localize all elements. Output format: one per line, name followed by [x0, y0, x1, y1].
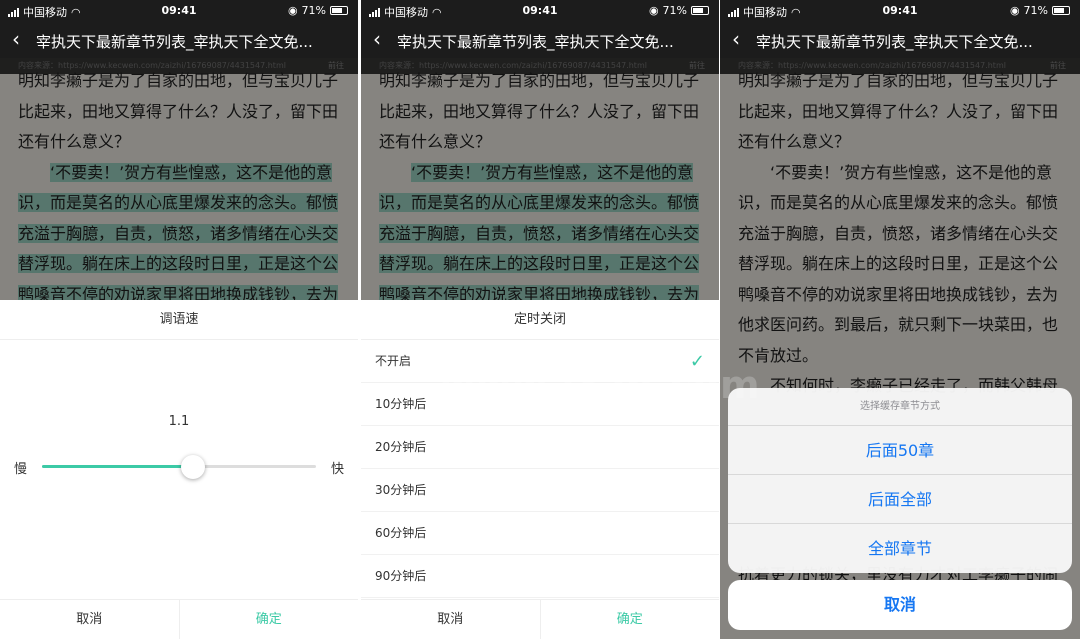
cache-screen: 中国移动 ◠ 09:41 ◉ 71% ‹ 宰执天下最新章节列表_宰执天下全文免...…: [720, 0, 1080, 639]
chevron-left-icon[interactable]: ‹: [732, 28, 740, 50]
status-bar: 中国移动 ◠ 09:41 ◉ 71%: [720, 0, 1080, 22]
action-sheet-title: 选择缓存章节方式: [728, 388, 1072, 426]
nav-bar: ‹ 宰执天下最新章节列表_宰执天下全文免...: [0, 22, 358, 58]
nav-bar: ‹ 宰执天下最新章节列表_宰执天下全文免...: [720, 22, 1080, 58]
chevron-left-icon[interactable]: ‹: [373, 28, 381, 50]
chevron-left-icon[interactable]: ‹: [12, 28, 20, 50]
confirm-button[interactable]: 确定: [541, 600, 720, 639]
alarm-icon: ◉: [287, 4, 298, 17]
sheet-footer: 取消 确定: [361, 599, 719, 639]
nav-bar: ‹ 宰执天下最新章节列表_宰执天下全文免...: [361, 22, 719, 58]
cache-next-50-button[interactable]: 后面50章: [728, 426, 1072, 475]
page-title: 宰执天下最新章节列表_宰执天下全文免...: [36, 33, 313, 51]
timer-sheet: 定时关闭 不开启 ✓ 10分钟后 20分钟后 30分钟后 60分钟后 90分钟后 …: [361, 300, 719, 639]
battery-percent: 71%: [662, 4, 687, 17]
confirm-button[interactable]: 确定: [180, 600, 359, 639]
cancel-button[interactable]: 取消: [0, 600, 180, 639]
speed-value: 1.1: [168, 414, 190, 429]
timer-screen: 中国移动 ◠ 09:41 ◉ 71% ‹ 宰执天下最新章节列表_宰执天下全文免...…: [361, 0, 719, 639]
slider-fill: [42, 465, 193, 468]
speed-slider-row: 慢 快: [14, 454, 344, 479]
cancel-button[interactable]: 取消: [728, 580, 1072, 630]
alarm-icon: ◉: [648, 4, 659, 17]
watermark: www.i3zh.com: [440, 363, 761, 407]
fast-label: 快: [330, 462, 344, 477]
timer-option-90[interactable]: 90分钟后: [361, 555, 719, 598]
battery-icon: [330, 6, 348, 15]
status-bar: 中国移动 ◠ 09:41 ◉ 71%: [361, 0, 719, 22]
speed-slider[interactable]: [42, 455, 316, 479]
slow-label: 慢: [14, 462, 28, 477]
sheet-title: 调语速: [0, 300, 358, 340]
page-title: 宰执天下最新章节列表_宰执天下全文免...: [397, 33, 674, 51]
speed-screen: 中国移动 ◠ 09:41 ◉ 71% ‹ 宰执天下最新章节列表_宰执天下全文免...…: [0, 0, 358, 639]
cache-all-following-button[interactable]: 后面全部: [728, 475, 1072, 524]
cache-all-chapters-button[interactable]: 全部章节: [728, 524, 1072, 573]
battery-icon: [691, 6, 709, 15]
cache-action-sheet: 选择缓存章节方式 后面50章 后面全部 全部章节: [728, 388, 1072, 573]
sheet-footer: 取消 确定: [0, 599, 358, 639]
slider-thumb[interactable]: [180, 455, 205, 479]
status-bar: 中国移动 ◠ 09:41 ◉ 71%: [0, 0, 358, 22]
cancel-button[interactable]: 取消: [361, 600, 541, 639]
page-title: 宰执天下最新章节列表_宰执天下全文免...: [756, 33, 1033, 51]
battery-percent: 71%: [301, 4, 326, 17]
speed-sheet: 调语速 1.1 慢 快 取消 确定: [0, 300, 358, 639]
battery-icon: [1052, 6, 1070, 15]
sheet-title: 定时关闭: [361, 300, 719, 340]
alarm-icon: ◉: [1009, 4, 1020, 17]
battery-percent: 71%: [1023, 4, 1048, 17]
timer-option-20[interactable]: 20分钟后: [361, 426, 719, 469]
timer-option-60[interactable]: 60分钟后: [361, 512, 719, 555]
timer-option-30[interactable]: 30分钟后: [361, 469, 719, 512]
